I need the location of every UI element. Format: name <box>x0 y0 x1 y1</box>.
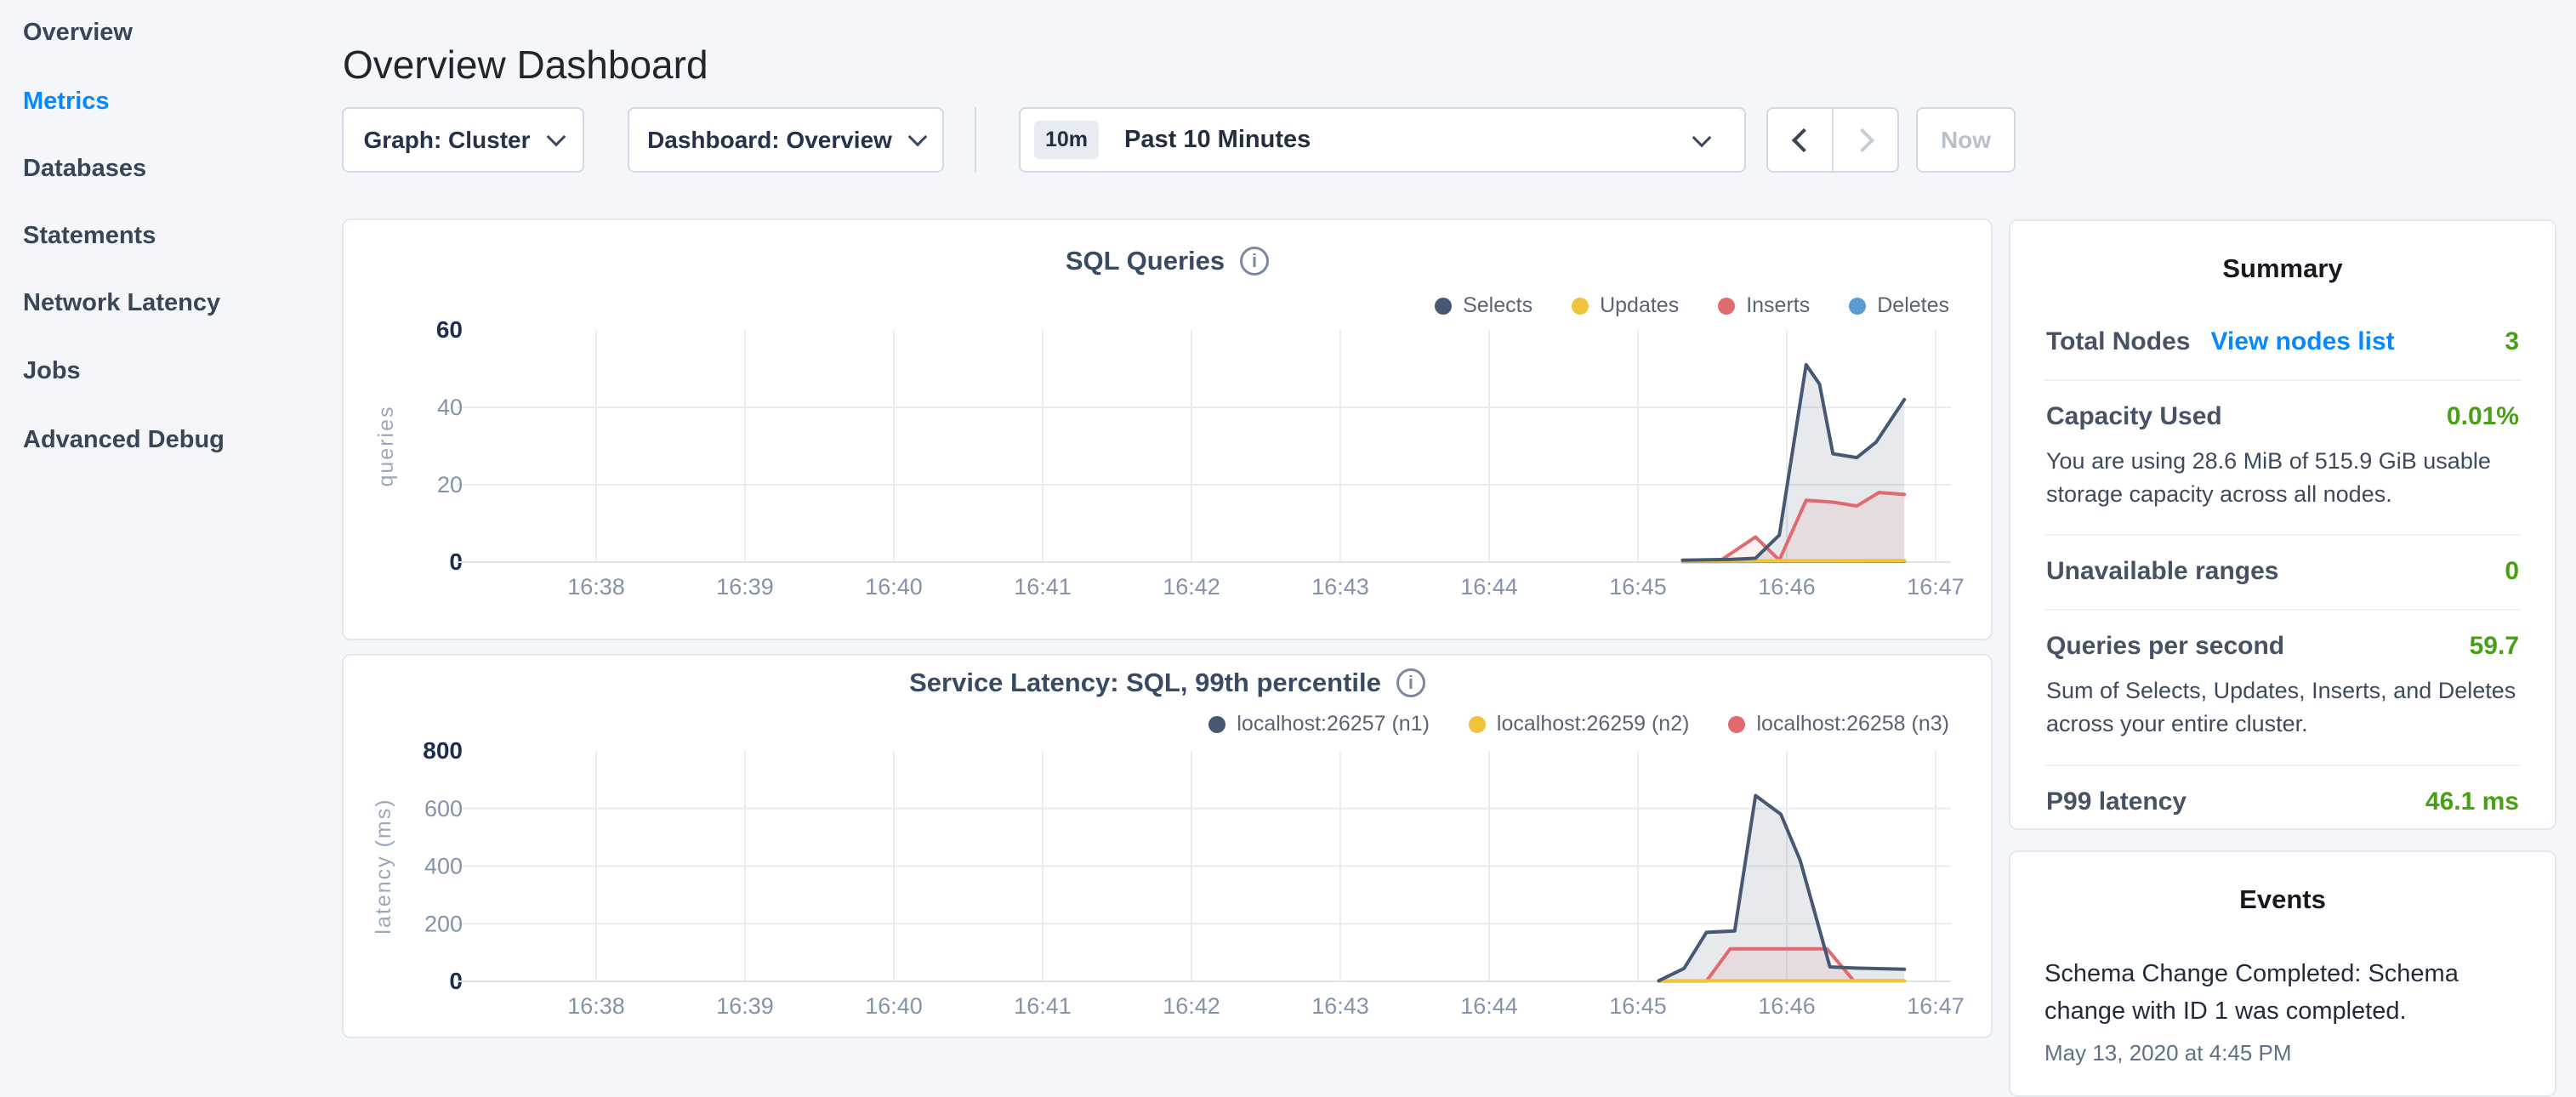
sidebar-item-databases[interactable]: Databases <box>23 151 146 186</box>
events-panel: Events Schema Change Completed: Schema c… <box>2009 850 2556 1097</box>
unavailable-ranges-value: 0 <box>2505 557 2519 586</box>
svg-text:16:38: 16:38 <box>567 993 625 1019</box>
sidebar-item-advanced-debug[interactable]: Advanced Debug <box>23 422 225 458</box>
svg-text:16:40: 16:40 <box>865 993 923 1019</box>
dashboard-dropdown-label: Dashboard: Overview <box>647 127 892 154</box>
svg-text:16:45: 16:45 <box>1609 574 1667 600</box>
chevron-down-icon <box>1692 128 1712 147</box>
svg-text:16:42: 16:42 <box>1163 993 1220 1019</box>
time-step-forward-button[interactable] <box>1832 109 1897 171</box>
summary-row-capacity-used: Capacity Used 0.01% You are using 28.6 M… <box>2044 381 2521 536</box>
summary-row-p99-latency: P99 latency 46.1 ms <box>2044 766 2521 839</box>
service-latency-chart[interactable]: 16:38 16:39 16:40 16:41 16:42 16:43 16:44 16:45… <box>344 656 1991 1037</box>
svg-text:400: 400 <box>424 854 463 879</box>
graph-scope-dropdown-label: Graph: Cluster <box>363 127 530 154</box>
capacity-used-subtext: You are using 28.6 MiB of 515.9 GiB usab… <box>2046 445 2519 511</box>
service-latency-card: Service Latency: SQL, 99th percentile i … <box>342 654 1993 1038</box>
svg-text:16:38: 16:38 <box>567 574 625 600</box>
events-title: Events <box>2044 884 2521 915</box>
svg-text:16:39: 16:39 <box>716 993 774 1019</box>
queries-per-second-subtext: Sum of Selects, Updates, Inserts, and De… <box>2046 674 2519 741</box>
capacity-used-value: 0.01% <box>2447 402 2519 431</box>
now-button[interactable]: Now <box>1916 107 2016 173</box>
time-step-back-button[interactable] <box>1768 109 1832 171</box>
time-step-buttons <box>1766 107 1899 173</box>
graph-scope-dropdown[interactable]: Graph: Cluster <box>342 107 584 173</box>
event-item: Schema Change Completed: Schema change w… <box>2044 956 2521 1066</box>
svg-text:16:43: 16:43 <box>1311 574 1369 600</box>
svg-text:16:46: 16:46 <box>1758 993 1816 1019</box>
summary-row-total-nodes: Total Nodes View nodes list 3 <box>2044 306 2521 381</box>
chevron-down-icon <box>908 127 928 146</box>
total-nodes-label: Total Nodes <box>2046 327 2190 356</box>
chevron-down-icon <box>546 127 566 146</box>
svg-text:16:44: 16:44 <box>1460 993 1518 1019</box>
chevron-right-icon <box>1850 128 1874 151</box>
svg-text:16:46: 16:46 <box>1758 574 1816 600</box>
sidebar-item-metrics[interactable]: Metrics <box>23 83 110 119</box>
svg-text:16:43: 16:43 <box>1311 993 1369 1019</box>
svg-text:16:40: 16:40 <box>865 574 923 600</box>
time-range-dropdown[interactable]: 10m Past 10 Minutes <box>1019 107 1746 173</box>
view-nodes-list-link[interactable]: View nodes list <box>2210 327 2394 356</box>
svg-text:16:47: 16:47 <box>1907 574 1965 600</box>
sidebar-item-network-latency[interactable]: Network Latency <box>23 285 220 321</box>
dashboard-dropdown[interactable]: Dashboard: Overview <box>628 107 944 173</box>
sidebar-item-jobs[interactable]: Jobs <box>23 353 81 389</box>
capacity-used-label: Capacity Used <box>2046 402 2222 431</box>
page-title: Overview Dashboard <box>343 42 708 88</box>
time-range-label: Past 10 Minutes <box>1124 126 1311 154</box>
sql-queries-card: SQL Queries i SelectsUpdatesInsertsDelet… <box>342 219 1993 640</box>
sql-queries-chart[interactable]: 16:38 16:39 16:40 16:41 16:42 16:43 16:44 16:45… <box>344 220 1991 639</box>
unavailable-ranges-label: Unavailable ranges <box>2046 557 2278 586</box>
svg-text:16:44: 16:44 <box>1460 574 1518 600</box>
svg-text:16:42: 16:42 <box>1163 574 1220 600</box>
svg-text:queries: queries <box>374 406 398 487</box>
svg-text:16:39: 16:39 <box>716 574 774 600</box>
sidebar-item-overview[interactable]: Overview <box>23 14 133 50</box>
svg-text:200: 200 <box>424 911 463 936</box>
svg-text:40: 40 <box>437 395 463 420</box>
queries-per-second-label: Queries per second <box>2046 632 2284 661</box>
svg-text:16:45: 16:45 <box>1609 993 1667 1019</box>
summary-title: Summary <box>2044 253 2521 284</box>
svg-text:600: 600 <box>424 796 463 821</box>
sidebar: Overview Metrics Databases Statements Ne… <box>0 0 333 1051</box>
summary-row-queries-per-second: Queries per second 59.7 Sum of Selects, … <box>2044 611 2521 765</box>
p99-latency-label: P99 latency <box>2046 787 2186 816</box>
summary-panel: Summary Total Nodes View nodes list 3 Ca… <box>2009 219 2556 830</box>
svg-text:20: 20 <box>437 472 463 497</box>
svg-text:16:47: 16:47 <box>1907 993 1965 1019</box>
summary-row-unavailable-ranges: Unavailable ranges 0 <box>2044 536 2521 611</box>
svg-text:16:41: 16:41 <box>1014 574 1072 600</box>
queries-per-second-value: 59.7 <box>2470 632 2519 661</box>
event-timestamp: May 13, 2020 at 4:45 PM <box>2044 1040 2521 1066</box>
event-text: Schema Change Completed: Schema change w… <box>2044 956 2521 1030</box>
total-nodes-value: 3 <box>2505 327 2519 356</box>
sidebar-item-statements[interactable]: Statements <box>23 218 156 253</box>
toolbar-divider <box>975 107 976 173</box>
svg-text:60: 60 <box>436 316 463 343</box>
time-range-badge: 10m <box>1034 121 1099 159</box>
svg-text:16:41: 16:41 <box>1014 993 1072 1019</box>
p99-latency-value: 46.1 ms <box>2425 787 2519 816</box>
now-button-label: Now <box>1941 127 1991 154</box>
chevron-left-icon <box>1791 128 1815 151</box>
svg-text:800: 800 <box>423 737 463 764</box>
svg-text:latency (ms): latency (ms) <box>372 798 395 934</box>
